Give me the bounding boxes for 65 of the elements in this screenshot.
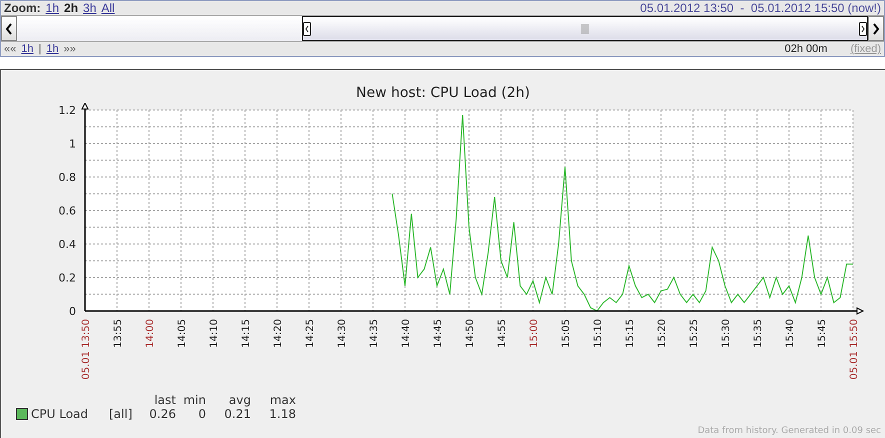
axis-label: 14:45 bbox=[433, 319, 444, 348]
period-slider-handle[interactable] bbox=[302, 16, 868, 42]
axis-label: 15:30 bbox=[721, 319, 732, 348]
axis-label: 14:40 bbox=[401, 319, 412, 348]
axis-label: 15:45 bbox=[817, 319, 828, 348]
legend-value: 0.26 bbox=[148, 407, 176, 421]
axis-label: 15:20 bbox=[657, 319, 668, 348]
legend-header: last bbox=[153, 393, 176, 407]
axis-label: 14:10 bbox=[209, 319, 220, 348]
zoom-link[interactable]: 3h bbox=[83, 1, 96, 15]
legend-value: 1.18 bbox=[268, 407, 296, 421]
scroll-far-forward-link[interactable]: »» bbox=[64, 43, 76, 56]
axis-label: 15:10 bbox=[593, 319, 604, 348]
resize-left-handle-icon[interactable] bbox=[303, 22, 311, 36]
scroll-far-back-link[interactable]: «« bbox=[4, 43, 16, 56]
axis-label: 14:35 bbox=[369, 319, 380, 348]
axis-label: 15:00 bbox=[529, 319, 540, 348]
scroll-back-link[interactable]: 1h bbox=[21, 43, 34, 56]
axis-label: 0.8 bbox=[58, 171, 76, 184]
axis-label: 0.2 bbox=[58, 272, 76, 284]
chevron-left-icon bbox=[5, 22, 13, 35]
legend-item-name: CPU Load bbox=[30, 407, 89, 421]
duration-text: 02h 00m bbox=[784, 43, 828, 56]
axis-label: 15:05 bbox=[561, 319, 572, 348]
axis-label: 15:15 bbox=[625, 319, 636, 348]
axis-label: 1 bbox=[69, 138, 76, 150]
legend-header: max bbox=[268, 393, 296, 407]
axis-label: 14:50 bbox=[465, 319, 476, 348]
zoom-link[interactable]: 1h bbox=[46, 1, 60, 15]
axis-label: 1.2 bbox=[58, 104, 76, 117]
resize-right-handle-icon[interactable] bbox=[859, 22, 867, 36]
axis-label: 13:55 bbox=[113, 319, 124, 348]
scroll-left-button[interactable] bbox=[1, 16, 17, 42]
axis-label: 15:40 bbox=[785, 319, 796, 348]
zoom-link[interactable]: All bbox=[101, 1, 115, 15]
axis-label: 0 bbox=[69, 305, 76, 318]
grip-icon bbox=[581, 24, 589, 34]
axis-label: 0.6 bbox=[58, 204, 76, 218]
divider-text: | bbox=[38, 43, 42, 56]
scroll-forward-link[interactable]: 1h bbox=[46, 43, 59, 56]
axis-label: 15:35 bbox=[753, 319, 764, 348]
graph-title: New host: CPU Load (2h) bbox=[354, 84, 532, 103]
legend-value: 0.21 bbox=[223, 407, 251, 421]
axis-label: 14:30 bbox=[337, 319, 348, 348]
axis-label: 14:25 bbox=[305, 319, 316, 348]
period-range: 05.01.2012 13:50 - 05.01.2012 15:50 (now!) bbox=[640, 1, 881, 15]
axis-label: 14:05 bbox=[177, 319, 188, 348]
axis-label: 05.01 13:50 bbox=[81, 319, 92, 380]
legend-function: [all] bbox=[108, 407, 134, 421]
axis-label: 05.01 15:50 bbox=[849, 319, 860, 380]
footer-note: Data from history. Generated in 0.09 sec bbox=[696, 426, 882, 438]
axis-label: 14:55 bbox=[497, 319, 508, 348]
axis-label: 14:00 bbox=[145, 319, 156, 348]
scroll-right-button[interactable] bbox=[868, 16, 884, 42]
legend-header: avg bbox=[228, 393, 251, 407]
timeline-scrollbar[interactable] bbox=[1, 15, 884, 42]
legend-header: min bbox=[182, 393, 206, 407]
zoom-label: Zoom: bbox=[4, 1, 41, 15]
legend-value: 0 bbox=[197, 407, 206, 421]
chevron-right-icon bbox=[872, 22, 880, 35]
axis-label: 15:25 bbox=[689, 319, 700, 348]
axis-label: 0.4 bbox=[58, 238, 76, 251]
axis-label: 14:15 bbox=[241, 319, 252, 348]
zoom-link[interactable]: 2h bbox=[64, 1, 78, 15]
axis-label: 14:20 bbox=[273, 319, 284, 348]
